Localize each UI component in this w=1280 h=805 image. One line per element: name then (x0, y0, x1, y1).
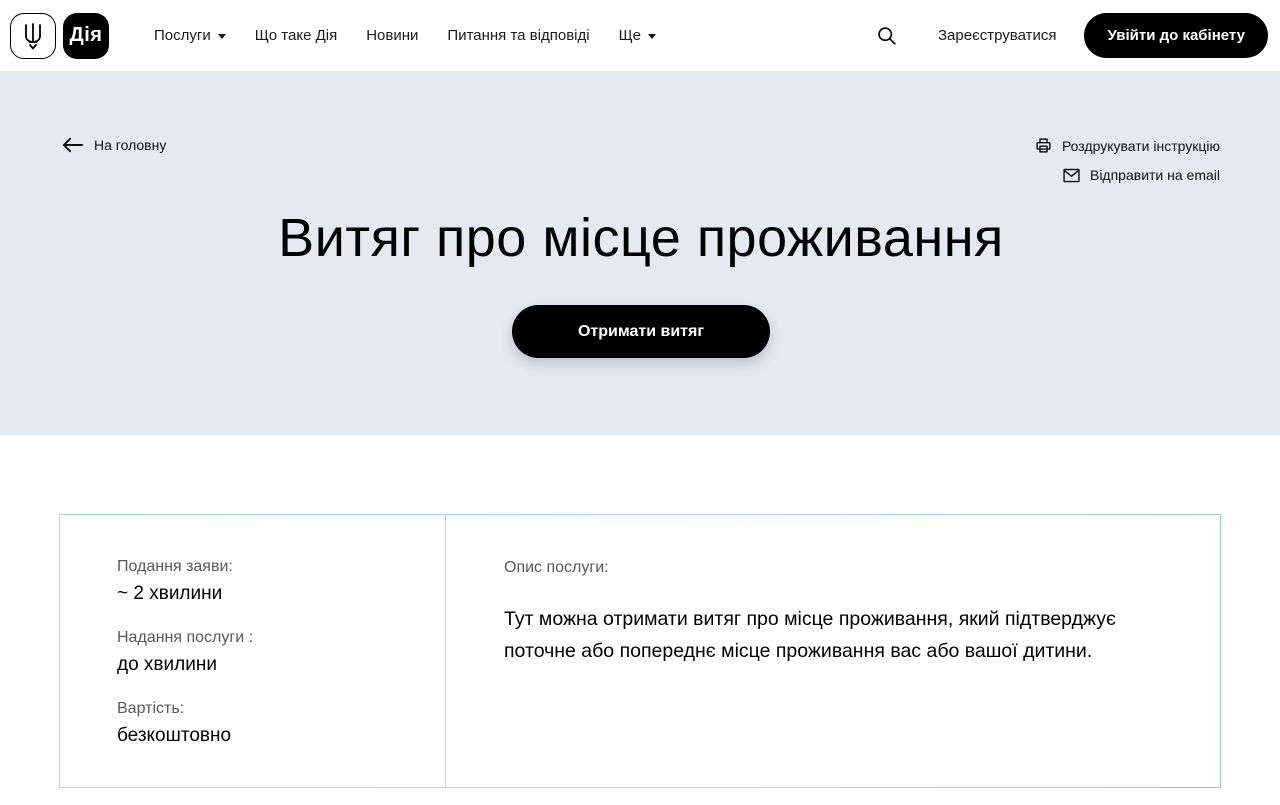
top-navbar: Дія Послуги Що таке Дія Новини Питання т… (0, 0, 1280, 71)
nav-item-more[interactable]: Ще (619, 27, 656, 44)
trident-icon (20, 22, 46, 50)
send-email-link[interactable]: Відправити на email (1063, 167, 1220, 183)
fact-cost: Вартість: безкоштовно (117, 700, 415, 747)
register-link[interactable]: Зареєструватися (938, 27, 1056, 44)
cta-wrap: Отримати витяг (62, 305, 1220, 358)
nav-item-label: Питання та відповіді (447, 27, 589, 44)
back-link-label: На головну (94, 137, 166, 153)
description-label: Опис послуги: (504, 559, 1160, 577)
search-icon[interactable] (874, 24, 898, 48)
print-link-label: Роздрукувати інструкцію (1062, 138, 1220, 154)
fact-label: Подання заяви: (117, 558, 415, 576)
fact-value: ~ 2 хвилини (117, 583, 415, 605)
nav-item-services[interactable]: Послуги (154, 27, 226, 44)
coat-of-arms-logo[interactable] (10, 13, 56, 59)
nav-item-label: Ще (619, 27, 641, 44)
main-content: Подання заяви: ~ 2 хвилини Надання послу… (0, 435, 1280, 788)
fact-label: Надання послуги : (117, 629, 415, 647)
fact-value: безкоштовно (117, 725, 415, 747)
header-right: Зареєструватися Увійти до кабінету (874, 13, 1268, 58)
fact-label: Вартість: (117, 700, 415, 718)
nav-item-label: Що таке Дія (255, 27, 337, 44)
page-title: Витяг про місце проживання (62, 207, 1220, 269)
nav-item-about-diia[interactable]: Що таке Дія (255, 27, 337, 44)
nav-item-label: Послуги (154, 27, 211, 44)
fact-submission-time: Подання заяви: ~ 2 хвилини (117, 558, 415, 605)
nav-item-news[interactable]: Новини (366, 27, 418, 44)
service-facts-column: Подання заяви: ~ 2 хвилини Надання послу… (60, 515, 446, 787)
description-text: Тут можна отримати витяг про місце прожи… (504, 604, 1144, 667)
diia-logo[interactable]: Дія (63, 13, 109, 59)
utility-links: Роздрукувати інструкцію Відправити на em… (1035, 137, 1220, 183)
chevron-down-icon (218, 34, 226, 39)
fact-value: до хвилини (117, 654, 415, 676)
service-info-card: Подання заяви: ~ 2 хвилини Надання послу… (59, 514, 1221, 788)
nav-item-faq[interactable]: Питання та відповіді (447, 27, 589, 44)
login-button[interactable]: Увійти до кабінету (1084, 13, 1268, 58)
printer-icon (1035, 137, 1052, 154)
email-link-label: Відправити на email (1090, 167, 1220, 183)
chevron-down-icon (648, 34, 656, 39)
fact-service-duration: Надання послуги : до хвилини (117, 629, 415, 676)
hero-section: На головну Роздрукувати інструкцію (0, 71, 1280, 435)
service-description-column: Опис послуги: Тут можна отримати витяг п… (446, 515, 1220, 787)
main-nav: Послуги Що таке Дія Новини Питання та ві… (154, 27, 656, 44)
diia-logo-text: Дія (70, 24, 103, 47)
get-extract-button[interactable]: Отримати витяг (512, 305, 770, 358)
logo-group: Дія (10, 13, 109, 59)
back-arrow-icon (62, 137, 83, 153)
nav-item-label: Новини (366, 27, 418, 44)
hero-top-row: На головну Роздрукувати інструкцію (62, 137, 1220, 183)
back-to-home-link[interactable]: На головну (62, 137, 166, 153)
print-instruction-link[interactable]: Роздрукувати інструкцію (1035, 137, 1220, 154)
envelope-icon (1063, 168, 1080, 183)
page: Дія Послуги Що таке Дія Новини Питання т… (0, 0, 1280, 805)
